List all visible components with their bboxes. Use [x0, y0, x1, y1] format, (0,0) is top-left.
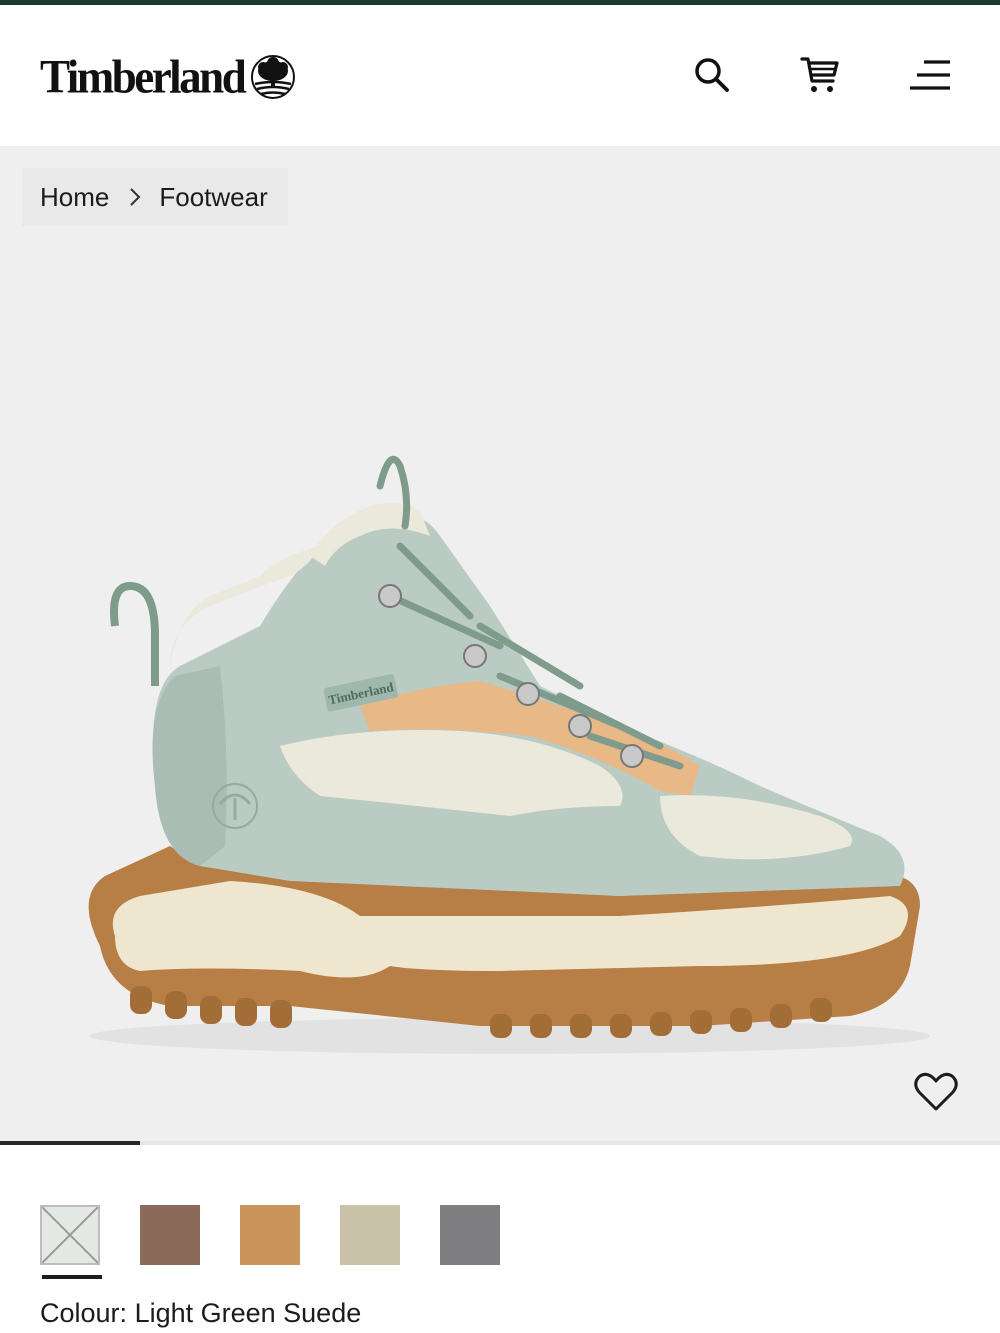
timberland-logo[interactable]: Timberland — [40, 51, 296, 103]
swatch-wheat[interactable] — [240, 1205, 300, 1265]
search-icon — [695, 58, 729, 92]
cart-icon — [800, 57, 839, 92]
product-hero: Home Footwear Timberland — [0, 146, 1000, 1144]
swatch-light-green-suede[interactable] — [40, 1205, 102, 1279]
search-button[interactable] — [690, 53, 734, 97]
swatch-grey[interactable] — [440, 1205, 500, 1265]
colour-label: Colour: — [40, 1298, 128, 1328]
hiking-boot-image[interactable]: Timberland — [60, 426, 940, 1066]
swatch-brown[interactable] — [140, 1205, 200, 1265]
logo-wordmark: Timberland — [40, 50, 247, 103]
breadcrumb-home[interactable]: Home — [40, 182, 109, 213]
colour-swatches — [40, 1205, 540, 1279]
heart-icon — [914, 1072, 958, 1111]
menu-button[interactable] — [908, 53, 952, 97]
chevron-right-icon — [129, 187, 143, 207]
cart-button[interactable] — [798, 53, 842, 97]
wishlist-button[interactable] — [910, 1066, 962, 1118]
tree-logo-icon — [251, 55, 296, 99]
selected-colour: Colour: Light Green Suede — [40, 1298, 361, 1329]
colour-value: Light Green Suede — [134, 1298, 362, 1328]
swatch-beige[interactable] — [340, 1205, 400, 1265]
gallery-progress-bar — [0, 1141, 1000, 1145]
site-header: Timberland — [0, 5, 1000, 146]
breadcrumb-footwear[interactable]: Footwear — [159, 182, 267, 213]
breadcrumb: Home Footwear — [22, 168, 288, 226]
gallery-progress-fill — [0, 1141, 140, 1145]
menu-icon — [910, 60, 950, 90]
